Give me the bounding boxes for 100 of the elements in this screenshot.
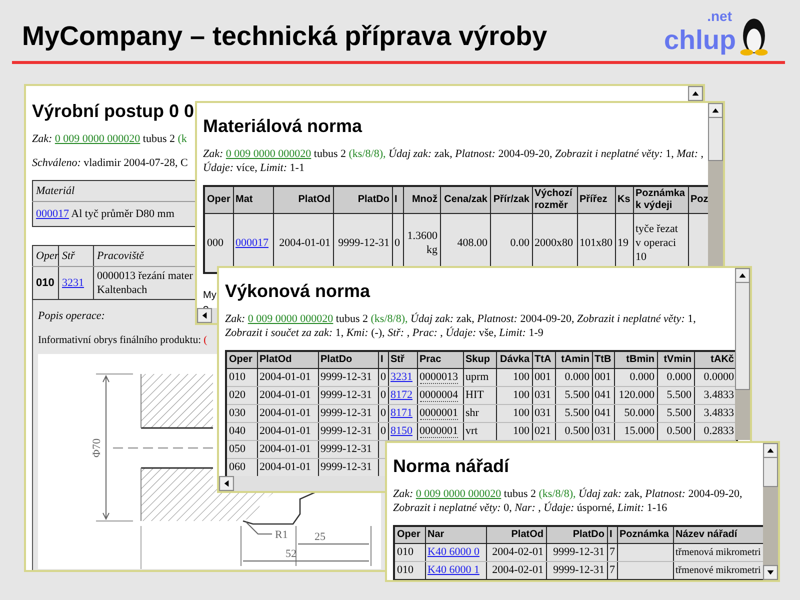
- table-cell: 0: [380, 425, 386, 437]
- table-cell: 010: [397, 564, 414, 576]
- window-heading: Materiálová norma: [203, 115, 364, 137]
- order-link[interactable]: 0 009 0000 000020: [226, 148, 312, 160]
- table-cell: 2004-01-01: [260, 425, 311, 437]
- column-header: I: [392, 186, 403, 214]
- table-cell: 100: [513, 425, 530, 437]
- dimension-label: R1: [275, 529, 288, 541]
- vertical-scrollbar[interactable]: [763, 443, 778, 580]
- table-cell: 0000001: [420, 407, 458, 420]
- order-link[interactable]: 0 009 0000 000020: [248, 313, 334, 325]
- table-cell: 021: [534, 425, 551, 437]
- table-cell: 5.500: [666, 407, 692, 419]
- column-header: tBmin: [614, 351, 657, 368]
- column-header: PlatOd: [273, 186, 333, 214]
- code-link[interactable]: 3231: [62, 277, 84, 289]
- table-cell: 9999-12-31: [553, 564, 604, 576]
- table-cell: 3.4833: [704, 407, 734, 419]
- table-cell: 0: [380, 371, 386, 383]
- vertical-scrollbar[interactable]: [708, 103, 723, 266]
- table-cell: 100: [513, 407, 530, 419]
- column-header: TtB: [592, 351, 614, 368]
- slide-title: MyCompany – technická příprava výroby: [22, 21, 548, 53]
- table-cell: 7: [610, 564, 615, 576]
- column-header: Množ: [403, 186, 440, 214]
- column-header: Prac: [417, 351, 463, 368]
- table-cell: 5.500: [564, 407, 590, 419]
- table-cell: 0.500: [564, 425, 590, 437]
- logo-text: chlup: [664, 27, 736, 54]
- column-header: Poznámka: [617, 526, 673, 544]
- table-cell: 0000013: [420, 371, 458, 384]
- table-cell: 0.000: [666, 371, 692, 383]
- table-cell: 3.4833: [704, 389, 734, 401]
- horizontal-scrollbar[interactable]: [197, 308, 217, 323]
- table-cell: 0000013 řezání mater: [97, 270, 193, 282]
- column-header: TtA: [532, 351, 555, 368]
- window-heading: Výkonová norma: [225, 280, 372, 302]
- query-parameters: Zak: 0 009 0000 000020 tubus 2 (ks/8/8), Údaj zak: zak, Platnost: 2004-09-20, Zobrazit i neplatné věty: 1, Mat: , Údaje: více, Limit: 1-1: [203, 147, 704, 175]
- table-cell: 0.000: [630, 371, 654, 383]
- column-header: PlatDo: [318, 351, 378, 368]
- table-cell: 020: [229, 389, 246, 401]
- table-cell: 0.2833: [704, 425, 734, 437]
- column-header: PlatDo: [546, 526, 607, 544]
- column-header: Oper: [204, 186, 233, 214]
- vertical-scrollbar[interactable]: [735, 268, 750, 440]
- table-cell: třmenová mikrometri: [676, 547, 761, 558]
- table-cell: 001: [534, 371, 551, 383]
- order-link[interactable]: 0 009 0000 000020: [416, 488, 502, 500]
- scroll-thumb[interactable]: [708, 117, 723, 161]
- column-header: PlatOd: [257, 351, 318, 368]
- order-link[interactable]: 0 009 0000 000020: [54, 133, 140, 145]
- table-cell: HIT: [466, 389, 484, 401]
- table-cell: 031: [534, 407, 551, 419]
- table-cell: 040: [229, 425, 246, 437]
- column-header: tAmin: [555, 351, 592, 368]
- code-link[interactable]: 000017: [36, 208, 69, 220]
- column-header: Nar: [425, 526, 486, 544]
- table-cell: 030: [229, 407, 246, 419]
- table-cell: 9999-12-31: [320, 461, 372, 473]
- table-cell: třmenové mikrometri: [676, 565, 761, 576]
- scroll-thumb[interactable]: [763, 457, 778, 487]
- table-cell: 010: [397, 546, 414, 558]
- table-cell: 9999-12-31: [553, 546, 604, 558]
- field-label: Popis operace:: [38, 310, 105, 322]
- column-header: Přířez: [577, 186, 615, 214]
- table-cell: 120.000: [618, 389, 654, 401]
- dimension-label: Φ70: [91, 438, 103, 458]
- column-header: PlatOd: [486, 526, 546, 544]
- table-cell: Kaltenbach: [97, 284, 148, 296]
- column-header: Poznámka k výdeji: [633, 186, 688, 214]
- column-header: Oper: [226, 351, 257, 368]
- table-cell: 7: [610, 546, 615, 558]
- table-cell: 0000004: [420, 389, 458, 402]
- column-header: tVmin: [657, 351, 694, 368]
- table-cell: shr: [466, 407, 479, 419]
- table-cell: 50.000: [624, 407, 654, 419]
- table-cell: Al tyč průměr D80 mm: [71, 208, 174, 220]
- table-cell: 041: [594, 389, 611, 401]
- table-cell: 060: [229, 461, 246, 473]
- table-cell: 031: [594, 425, 611, 437]
- table-cell: 010: [229, 371, 246, 383]
- window-heading: Norma nářadí: [393, 455, 510, 477]
- table-cell: 2004-02-01: [492, 546, 544, 558]
- table-cell: 2004-01-01: [260, 461, 311, 473]
- horizontal-scrollbar[interactable]: [219, 476, 385, 491]
- column-header: I: [607, 526, 617, 544]
- column-header: Přír/zak: [490, 186, 532, 214]
- table-cell: 0.500: [666, 425, 692, 437]
- table-cell: 0.0000: [704, 371, 734, 383]
- table-cell: 0.000: [564, 371, 590, 383]
- scroll-thumb[interactable]: [735, 282, 750, 390]
- table-cell: 9999-12-31: [320, 389, 372, 401]
- table-cell: 0000001: [420, 425, 458, 438]
- column-header: Dávka: [496, 351, 532, 368]
- query-parameters: Zak: 0 009 0000 000020 tubus 2 (ks/8/8), Údaj zak: zak, Platnost: 2004-09-20, Zobrazit i neplatné věty: 1, Zobrazit i součet za zak: 1, Kmi: (-), Stř: , Prac: , Údaje: vše, Limit: 1-9: [225, 312, 697, 340]
- column-header: Cena/zak: [440, 186, 490, 214]
- table-cell: 001: [594, 371, 611, 383]
- table-cell: vrt: [466, 425, 478, 437]
- table-cell: 100: [513, 371, 530, 383]
- table-cell: 5.500: [564, 389, 590, 401]
